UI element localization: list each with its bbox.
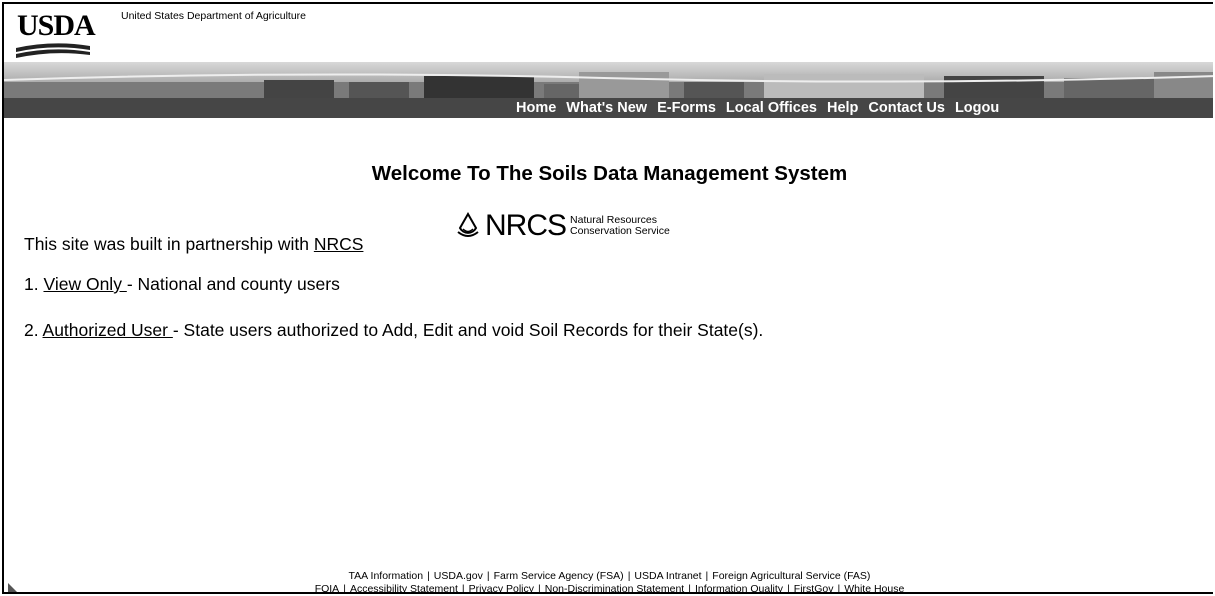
nav-help[interactable]: Help bbox=[827, 98, 858, 118]
footer-row-2: FOIA | Accessibility Statement | Privacy Pol… bbox=[314, 583, 905, 594]
page-title: Welcome To The Soils Data Management Sys… bbox=[371, 162, 848, 185]
water-drop-icon bbox=[457, 212, 479, 237]
nav-e-forms[interactable]: E-Forms bbox=[657, 98, 716, 118]
footer-link-white-house[interactable]: White House bbox=[844, 583, 904, 592]
footer-link-firstgov[interactable]: FirstGov bbox=[794, 583, 834, 592]
footer-link-usda-gov[interactable]: USDA.gov bbox=[434, 570, 483, 582]
partnership-line: This site was built in partnership with … bbox=[24, 234, 363, 255]
option-view-only: 1. View Only - National and county users bbox=[24, 274, 340, 295]
footer-link-usda-intranet[interactable]: USDA Intranet bbox=[634, 570, 701, 582]
footer-link-non-discrimination[interactable]: Non-Discrimination Statement bbox=[545, 583, 684, 592]
nrcs-logo-mark: NRCS bbox=[485, 209, 567, 242]
usda-logo[interactable]: USDA bbox=[17, 11, 96, 41]
view-only-link[interactable]: View Only bbox=[43, 274, 126, 294]
option-number: 2. bbox=[24, 320, 39, 340]
option-description: - National and county users bbox=[126, 274, 340, 294]
footer-link-fas[interactable]: Foreign Agricultural Service (FAS) bbox=[712, 570, 870, 582]
nrcs-logo-line2: Conservation Service bbox=[570, 225, 670, 237]
partnership-text: This site was built in partnership with bbox=[24, 234, 314, 254]
usda-swoosh-icon bbox=[16, 43, 90, 58]
option-authorized-user: 2. Authorized User - State users authori… bbox=[24, 320, 763, 341]
header-photo-banner bbox=[4, 62, 1213, 98]
footer-link-accessibility[interactable]: Accessibility Statement bbox=[350, 583, 458, 592]
top-nav-bar: Home What's New E-Forms Local Offices He… bbox=[4, 98, 1213, 118]
nrcs-logo: NRCS Natural Resources Conservation Serv… bbox=[455, 209, 670, 243]
footer-row-1: TAA Information | USDA.gov | Farm Service Ag… bbox=[348, 570, 871, 582]
nrcs-logo-caption: Natural Resources Conservation Service bbox=[570, 215, 670, 237]
authorized-user-link[interactable]: Authorized User bbox=[43, 320, 173, 340]
nav-contact-us[interactable]: Contact Us bbox=[868, 98, 945, 118]
footer-link-foia[interactable]: FOIA bbox=[315, 583, 340, 592]
option-number: 1. bbox=[24, 274, 39, 294]
nav-local-offices[interactable]: Local Offices bbox=[726, 98, 817, 118]
site-header: USDA United States Department of Agricul… bbox=[4, 4, 1213, 98]
nav-home[interactable]: Home bbox=[516, 98, 556, 118]
corner-marker-icon bbox=[8, 583, 20, 592]
footer-link-information-quality[interactable]: Information Quality bbox=[695, 583, 783, 592]
site-footer: TAA Information | USDA.gov | Farm Service Ag… bbox=[4, 570, 1213, 594]
nav-whats-new[interactable]: What's New bbox=[566, 98, 647, 118]
footer-link-privacy[interactable]: Privacy Policy bbox=[469, 583, 534, 592]
nav-logout[interactable]: Logou bbox=[955, 98, 999, 118]
nrcs-link[interactable]: NRCS bbox=[314, 234, 364, 254]
browser-page: USDA United States Department of Agricul… bbox=[2, 2, 1213, 594]
footer-link-taa[interactable]: TAA Information bbox=[349, 570, 424, 582]
department-name: United States Department of Agriculture bbox=[121, 10, 307, 22]
option-description: - State users authorized to Add, Edit an… bbox=[172, 320, 764, 340]
footer-link-fsa[interactable]: Farm Service Agency (FSA) bbox=[494, 570, 624, 582]
